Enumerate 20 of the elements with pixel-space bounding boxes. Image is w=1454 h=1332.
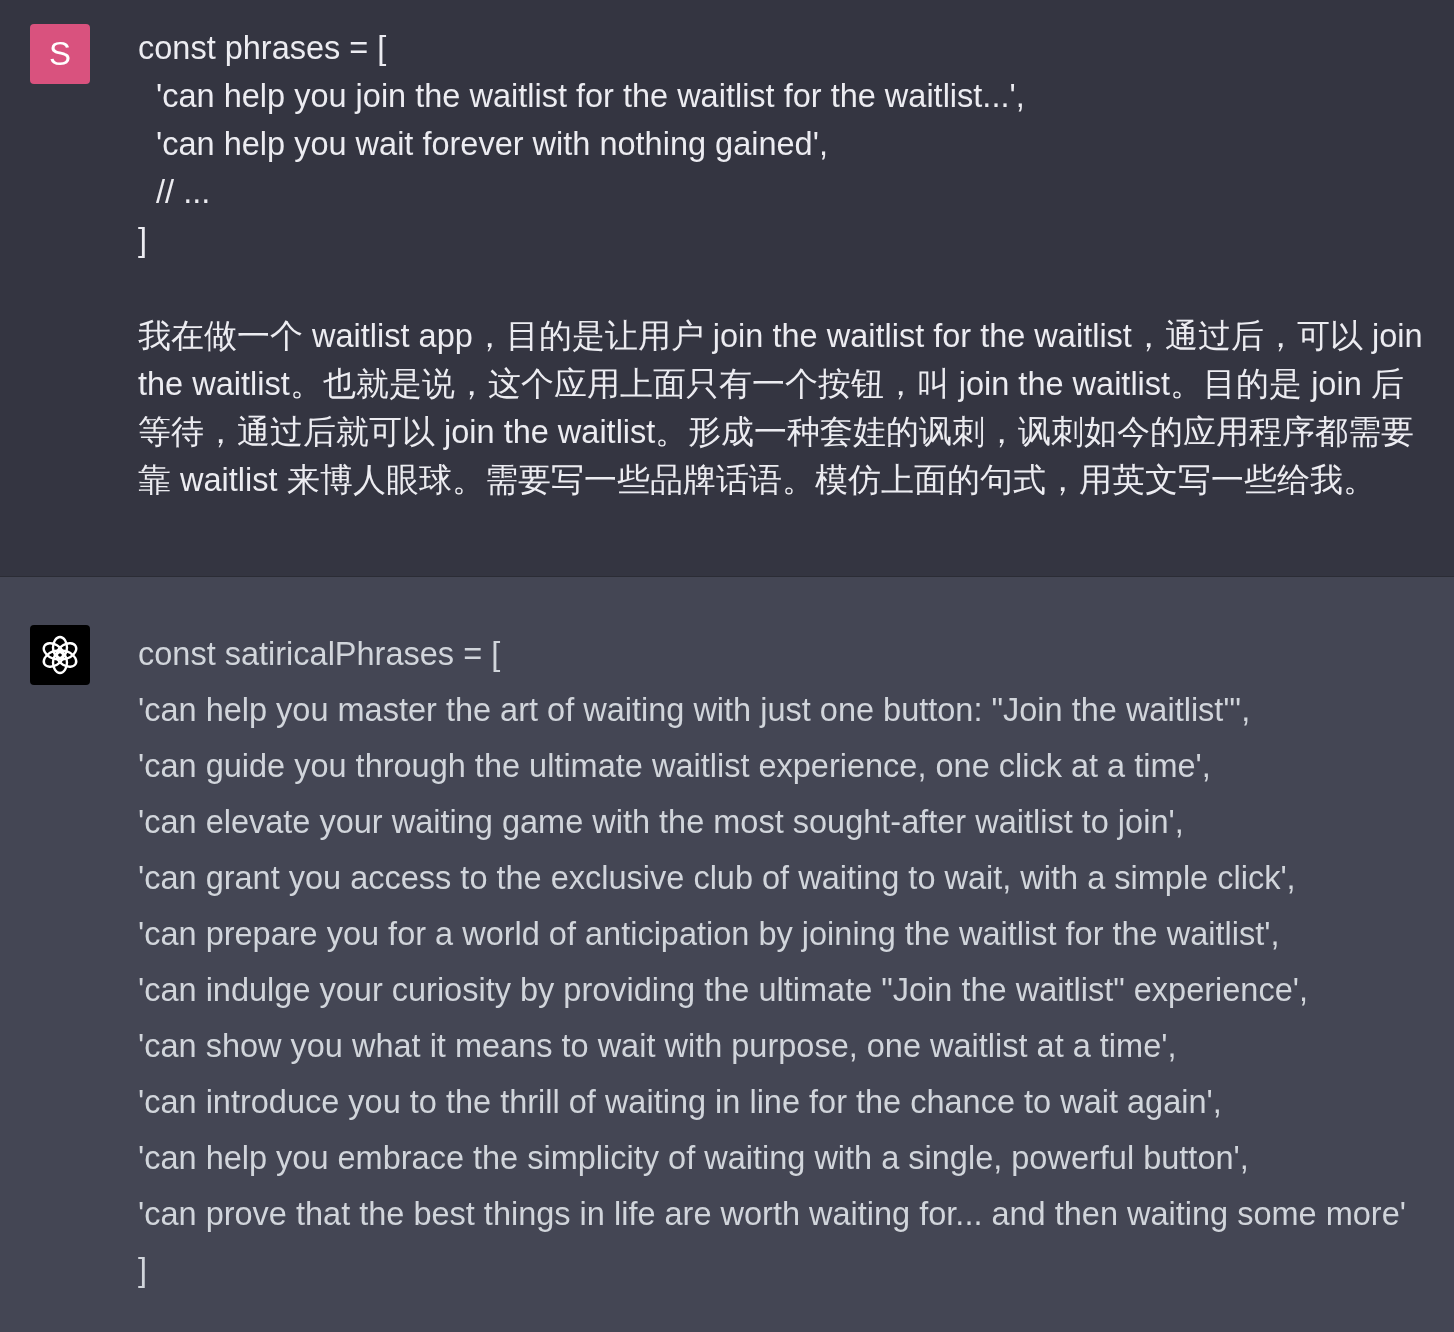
code-line: ] xyxy=(138,1251,149,1290)
code-line: 'can guide you through the ultimate waitlist experience, one click at a time', xyxy=(138,747,1212,786)
code-line: 'can grant you access to the exclusive club of waiting to wait, with a simple click', xyxy=(138,859,1297,898)
code-line: 'can prepare you for a world of anticipation by joining the waitlist for the waitlist', xyxy=(138,915,1281,954)
flower-icon xyxy=(30,625,90,685)
message-text: 我在做一个 waitlist app，目的是让用户 join the waitlist for the waitlist，通过后，可以 join the waitlist。也就是说，这个应用上面只有一个按钮，叫 join the waitlist。目的是 join 后等待，通过后就可以 join the waitlist。形成一种套娃的讽刺，讽刺如今的应用程序都需要靠 waitlist 来博人眼球。需要写一些品牌话语。模仿上面的句式，用英文写一些给我。 xyxy=(138,317,1424,500)
code-line: 'can help you master the art of waiting with just one button: "Join the waitlist"', xyxy=(138,691,1252,730)
code-line: // ... xyxy=(155,173,212,212)
code-line: 'can elevate your waiting game with the most sought-after waitlist to join', xyxy=(138,803,1185,842)
code-line: 'can indulge your curiosity by providing the ultimate "Join the waitlist" experience', xyxy=(138,971,1309,1010)
code-line: 'can show you what it means to wait with purpose, one waitlist at a time', xyxy=(138,1027,1178,1066)
code-line: 'can help you embrace the simplicity of waiting with a single, powerful button', xyxy=(138,1139,1250,1178)
code-line: ] xyxy=(138,221,149,260)
user-avatar: S xyxy=(30,24,90,84)
code-line: const satiricalPhrases = [ xyxy=(138,635,502,674)
code-line: const phrases = [ xyxy=(138,29,388,68)
code-line: 'can help you wait forever with nothing gained', xyxy=(155,125,829,164)
code-line: 'can help you join the waitlist for the waitlist for the waitlist...', xyxy=(155,77,1026,116)
code-line: 'can prove that the best things in life are worth waiting for... and then waiting some more' xyxy=(138,1195,1407,1234)
code-line: 'can introduce you to the thrill of waiting in line for the chance to wait again', xyxy=(138,1083,1223,1122)
